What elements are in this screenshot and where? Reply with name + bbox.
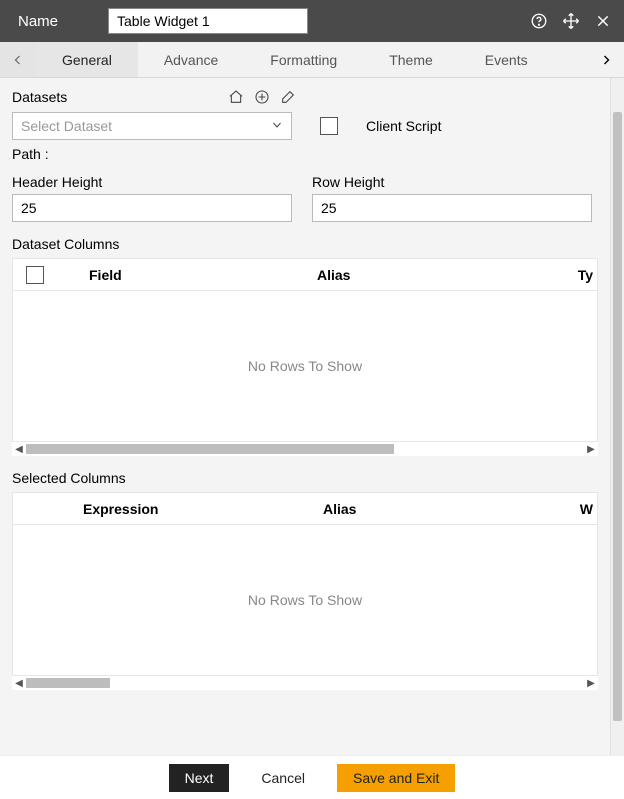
tab-events[interactable]: Events [459,42,554,77]
add-icon[interactable] [253,88,271,106]
dataset-columns-header-type: Ty [517,267,597,283]
hscroll-right-icon[interactable]: ▶ [584,444,598,455]
selected-columns-header-w: W [513,501,597,517]
dataset-columns-header-alias: Alias [277,267,517,283]
save-and-exit-button[interactable]: Save and Exit [337,764,455,792]
datasets-label: Datasets [12,89,67,105]
header-height-input[interactable] [12,194,292,222]
selected-columns-empty: No Rows To Show [13,525,597,675]
help-icon[interactable] [528,10,550,32]
tab-advance[interactable]: Advance [138,42,244,77]
widget-name-input[interactable] [108,8,308,34]
dataset-select[interactable]: Select Dataset [12,112,292,140]
next-button[interactable]: Next [169,764,230,792]
header-height-label: Header Height [12,174,292,190]
tab-scroll-right[interactable] [588,42,624,77]
footer-actions: Next Cancel Save and Exit [0,755,624,799]
move-icon[interactable] [560,10,582,32]
selected-columns-title: Selected Columns [12,470,598,486]
home-icon[interactable] [227,88,245,106]
panel-content: Datasets Select Dataset [0,78,610,755]
row-height-input[interactable] [312,194,592,222]
selected-columns-header-expression: Expression [13,501,273,517]
hscroll-left-icon[interactable]: ◀ [12,444,26,455]
path-label: Path : [12,146,598,162]
row-height-label: Row Height [312,174,592,190]
dataset-columns-empty: No Rows To Show [13,291,597,441]
tab-formatting[interactable]: Formatting [244,42,363,77]
dataset-columns-hscroll[interactable]: ◀ ▶ [12,442,598,456]
dataset-select-placeholder: Select Dataset [21,118,112,134]
client-script-label: Client Script [366,118,441,134]
titlebar: Name [0,0,624,42]
dataset-columns-title: Dataset Columns [12,236,598,252]
dataset-columns-grid: Field Alias Ty No Rows To Show [12,258,598,442]
vertical-scrollbar[interactable] [610,78,624,755]
client-script-checkbox[interactable] [320,117,338,135]
hscroll-right-icon[interactable]: ▶ [584,678,598,689]
edit-icon[interactable] [279,88,297,106]
tab-theme[interactable]: Theme [363,42,459,77]
close-icon[interactable] [592,10,614,32]
hscroll-left-icon[interactable]: ◀ [12,678,26,689]
selected-columns-header-alias: Alias [273,501,513,517]
tab-general[interactable]: General [36,42,138,77]
dataset-columns-select-all-checkbox[interactable] [26,266,44,284]
selected-columns-hscroll[interactable]: ◀ ▶ [12,676,598,690]
tab-scroll-left[interactable] [0,42,36,77]
dataset-columns-header-field: Field [57,267,277,283]
name-label: Name [18,13,58,30]
tabs-bar: General Advance Formatting Theme Events [0,42,624,78]
selected-columns-grid: Expression Alias W No Rows To Show [12,492,598,676]
cancel-button[interactable]: Cancel [245,764,321,792]
chevron-down-icon [271,118,283,134]
